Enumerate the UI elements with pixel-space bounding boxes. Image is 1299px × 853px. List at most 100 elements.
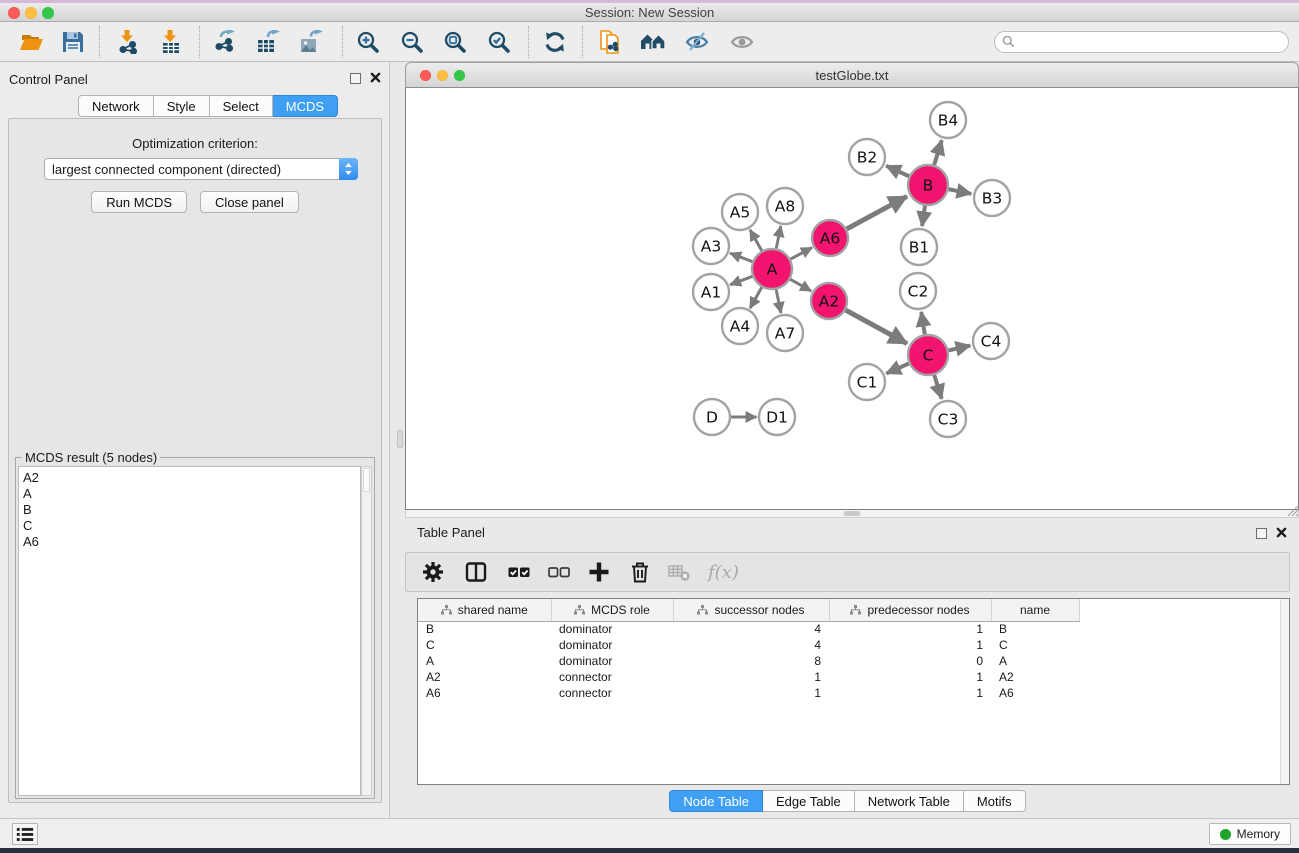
import-network-button[interactable] — [115, 29, 141, 55]
import-network-icon — [116, 30, 140, 54]
delete-table-icon — [667, 560, 691, 584]
create-column-button[interactable] — [586, 559, 612, 585]
tab-network[interactable]: Network — [78, 95, 154, 117]
float-panel-icon[interactable] — [1256, 528, 1267, 539]
apply-preferred-layout-button[interactable] — [640, 29, 666, 55]
gear-icon — [421, 560, 445, 584]
table-row[interactable]: Bdominator41B — [418, 621, 1282, 637]
close-panel-button[interactable]: Close panel — [200, 191, 299, 213]
run-mcds-button[interactable]: Run MCDS — [91, 191, 187, 213]
table-row[interactable]: A2connector11A2 — [418, 669, 1282, 685]
import-table-button[interactable] — [158, 29, 184, 55]
node-table[interactable]: shared name MCDS role successor nodes pr… — [417, 598, 1290, 785]
network-graph[interactable]: AA1A2A3A4A5A6A7A8BB1B2B3B4CC1C2C3C4DD1 — [406, 88, 1298, 508]
list-item[interactable]: A — [23, 486, 360, 502]
tab-select[interactable]: Select — [210, 95, 273, 117]
criterion-select[interactable]: largest connected component (directed) — [44, 158, 358, 180]
select-all-columns-button[interactable] — [506, 559, 532, 585]
network-canvas[interactable]: AA1A2A3A4A5A6A7A8BB1B2B3B4CC1C2C3C4DD1 — [405, 88, 1299, 510]
graph-node-label-B2: B2 — [857, 149, 878, 167]
table-settings-button[interactable] — [420, 559, 446, 585]
memory-status-icon — [1220, 829, 1231, 840]
column-header-shared-name[interactable]: shared name — [418, 599, 551, 621]
eye-slash-icon — [685, 30, 709, 54]
close-panel-icon[interactable] — [370, 71, 381, 86]
scrollbar-thumb[interactable] — [844, 511, 860, 516]
function-builder-button: f(x) — [708, 562, 739, 583]
status-bar: Memory — [0, 818, 1299, 848]
memory-button[interactable]: Memory — [1209, 823, 1291, 845]
list-item[interactable]: B — [23, 502, 360, 518]
table-row[interactable]: A6connector11A6 — [418, 685, 1282, 701]
table-row[interactable]: Cdominator41C — [418, 637, 1282, 653]
close-panel-icon[interactable] — [1276, 526, 1287, 541]
graph-node-label-C1: C1 — [857, 374, 878, 392]
graph-node-label-B: B — [923, 177, 934, 195]
tab-node-table[interactable]: Node Table — [669, 790, 763, 812]
table-row[interactable]: Adominator80A — [418, 653, 1282, 669]
cytoscape-window: Session: New Session — [0, 0, 1299, 853]
trash-icon — [628, 560, 652, 584]
column-header-successor-nodes[interactable]: successor nodes — [673, 599, 829, 621]
network-window-titlebar[interactable]: testGlobe.txt — [405, 62, 1299, 88]
export-image-button[interactable] — [298, 29, 324, 55]
open-file-button[interactable] — [19, 29, 45, 55]
graph-node-label-D: D — [706, 409, 718, 427]
result-list-scrollbar[interactable] — [361, 466, 372, 796]
zoom-in-button[interactable] — [355, 29, 381, 55]
unselect-all-columns-button[interactable] — [546, 559, 572, 585]
zoom-selected-button[interactable] — [486, 29, 512, 55]
show-graphics-details-button[interactable] — [729, 29, 755, 55]
graph-node-label-C3: C3 — [938, 411, 959, 429]
resize-grip-icon[interactable] — [1285, 503, 1298, 516]
show-columns-button[interactable] — [463, 559, 489, 585]
tab-edge-table[interactable]: Edge Table — [763, 790, 855, 812]
import-table-icon — [159, 30, 183, 54]
toolbar-separator — [582, 26, 583, 58]
export-table-icon — [256, 30, 280, 54]
table-panel-tabs: Node Table Edge Table Network Table Moti… — [405, 790, 1290, 812]
column-header-name[interactable]: name — [991, 599, 1079, 621]
refresh-view-button[interactable] — [542, 29, 568, 55]
graph-node-label-B3: B3 — [982, 190, 1003, 208]
tab-mcds[interactable]: MCDS — [273, 95, 338, 117]
graph-node-label-B1: B1 — [909, 239, 930, 257]
list-item[interactable]: C — [23, 518, 360, 534]
table-vertical-scrollbar[interactable] — [1280, 599, 1289, 784]
tab-network-table[interactable]: Network Table — [855, 790, 964, 812]
list-item[interactable]: A2 — [23, 470, 360, 486]
network-vertical-scrollbar-thumb[interactable] — [397, 430, 403, 448]
export-table-button[interactable] — [255, 29, 281, 55]
table-panel-window-buttons — [1256, 526, 1287, 541]
titlebar[interactable]: Session: New Session — [0, 3, 1299, 22]
new-session-from-network-button[interactable] — [598, 29, 624, 55]
hierarchy-icon — [574, 605, 585, 615]
export-network-button[interactable] — [212, 29, 238, 55]
zoom-selected-icon — [487, 30, 511, 54]
zoom-out-button[interactable] — [399, 29, 425, 55]
float-panel-icon[interactable] — [350, 73, 361, 84]
hierarchy-icon — [850, 605, 861, 615]
graph-node-label-A6: A6 — [820, 230, 840, 248]
zoom-fit-button[interactable] — [442, 29, 468, 55]
column-header-predecessor-nodes[interactable]: predecessor nodes — [829, 599, 991, 621]
tab-motifs[interactable]: Motifs — [964, 790, 1026, 812]
mcds-result-list[interactable]: A2 A B C A6 — [18, 466, 361, 796]
network-horizontal-scrollbar[interactable] — [405, 510, 1299, 518]
new-session-icon — [599, 30, 623, 54]
search-input[interactable] — [1015, 35, 1288, 49]
list-item[interactable]: A6 — [23, 534, 360, 550]
tab-style[interactable]: Style — [154, 95, 210, 117]
delete-columns-button[interactable] — [627, 559, 653, 585]
control-panel: Control Panel Network Style Select MCDS … — [0, 62, 390, 818]
save-floppy-icon — [61, 30, 85, 54]
search-field[interactable] — [994, 31, 1289, 53]
toolbar-separator — [342, 26, 343, 58]
show-task-history-button[interactable] — [12, 823, 38, 845]
plus-icon — [587, 560, 611, 584]
save-session-button[interactable] — [60, 29, 86, 55]
hide-graphics-details-button[interactable] — [684, 29, 710, 55]
column-header-mcds-role[interactable]: MCDS role — [551, 599, 673, 621]
control-panel-window-buttons — [350, 71, 381, 86]
open-folder-icon — [20, 30, 44, 54]
